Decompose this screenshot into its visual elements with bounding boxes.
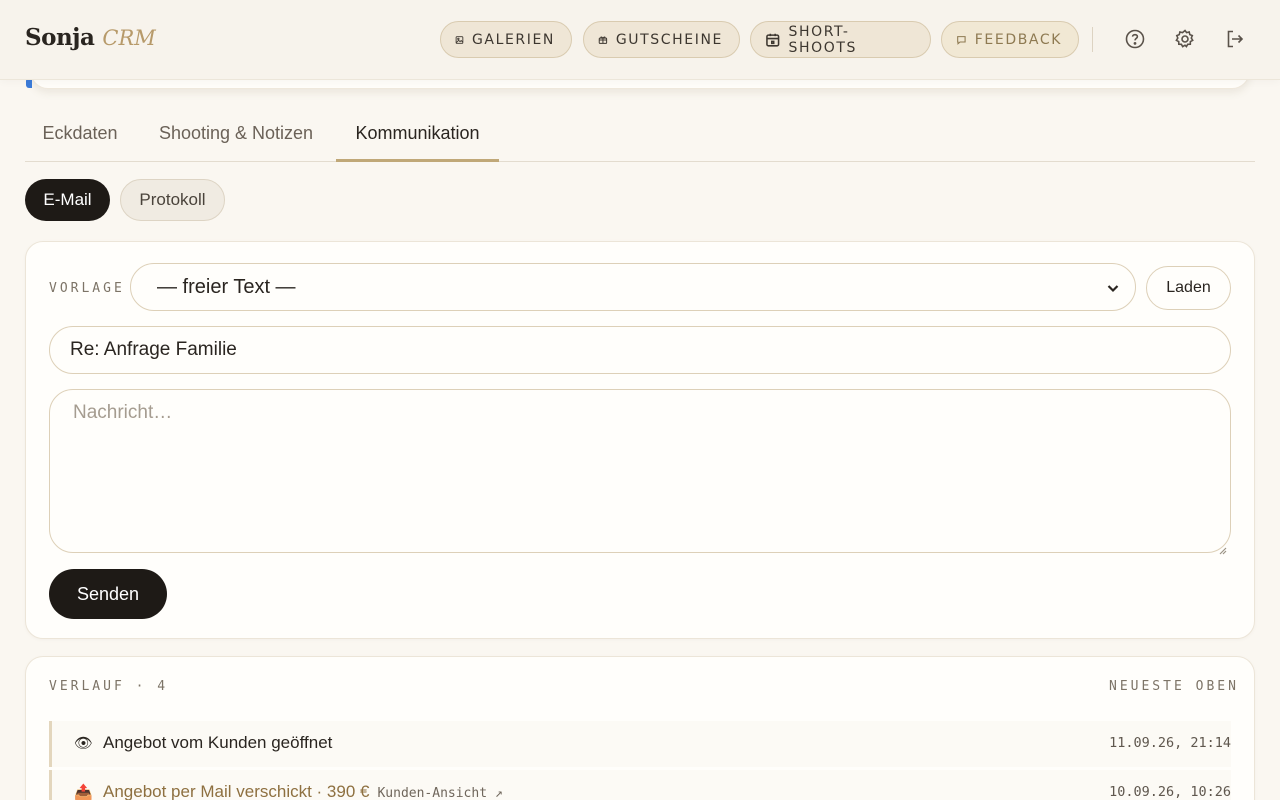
history-item-text-wrap: Angebot per Mail verschickt · 390 € Kunde…	[103, 782, 503, 800]
brand-suffix: CRM	[102, 26, 156, 50]
message-placeholder: Nachricht…	[73, 402, 173, 423]
message-textarea[interactable]: Nachricht…	[49, 389, 1231, 555]
gear-icon[interactable]	[1174, 28, 1198, 52]
subject-input-value: Re: Anfrage Familie	[70, 339, 237, 360]
tab-kommunikation[interactable]: Kommunikation	[336, 111, 499, 162]
nav-short-shoots-button[interactable]: SHORT-SHOOTS	[750, 21, 931, 58]
nav-gutscheine-label: GUTSCHEINE	[615, 31, 723, 48]
resize-handle-icon[interactable]	[1217, 539, 1227, 555]
nav-feedback-label: FEEDBACK	[974, 31, 1062, 48]
nav-gutscheine-button[interactable]: GUTSCHEINE	[583, 21, 740, 58]
vorlage-label: VORLAGE	[49, 281, 125, 296]
history-title: VERLAUF · 4	[49, 679, 169, 694]
load-template-button[interactable]: Laden	[1146, 266, 1231, 310]
top-bar: Sonja CRM GALERIEN GUTSCHEINE SHORT-SHOO…	[0, 0, 1280, 80]
outbox-icon: 📤	[74, 784, 93, 800]
history-item: 📤 Angebot per Mail verschickt · 390 € Kun…	[49, 770, 1231, 800]
message-square-icon	[957, 35, 966, 45]
brand-logo[interactable]: Sonja CRM	[25, 24, 156, 51]
image-icon	[455, 35, 464, 44]
history-item-time: 10.09.26, 10:26	[1109, 784, 1231, 800]
logout-icon[interactable]	[1224, 28, 1248, 52]
history-item-time: 11.09.26, 21:14	[1109, 735, 1231, 751]
help-icon[interactable]	[1124, 28, 1148, 52]
chevron-down-icon	[1105, 279, 1121, 295]
customer-view-link[interactable]: Kunden-Ansicht ↗	[377, 786, 502, 800]
tab-shooting-notizen[interactable]: Shooting & Notizen	[153, 111, 319, 162]
send-button[interactable]: Senden	[49, 569, 167, 619]
history-item: 👁 Angebot vom Kunden geöffnet 11.09.26, …	[49, 721, 1231, 767]
brand-name: Sonja	[25, 24, 95, 51]
nav-divider	[1092, 27, 1093, 52]
history-sort-label: NEUESTE OBEN	[1109, 679, 1239, 694]
subtab-protokoll[interactable]: Protokoll	[120, 179, 225, 221]
template-select-value: — freier Text —	[157, 275, 296, 298]
calendar-icon	[766, 33, 780, 47]
nav-feedback-button[interactable]: FEEDBACK	[941, 21, 1079, 58]
history-item-text: Angebot per Mail verschickt · 390 €	[103, 782, 370, 800]
nav-galerien-label: GALERIEN	[471, 31, 555, 48]
eye-icon: 👁	[74, 735, 94, 752]
subtab-email[interactable]: E-Mail	[25, 179, 110, 221]
template-select[interactable]: — freier Text —	[130, 263, 1136, 311]
subject-input[interactable]: Re: Anfrage Familie	[49, 326, 1231, 374]
history-item-text: Angebot vom Kunden geöffnet	[103, 733, 333, 752]
nav-short-shoots-label: SHORT-SHOOTS	[788, 23, 857, 56]
main-tabs: Eckdaten Shooting & Notizen Kommunikatio…	[25, 111, 1255, 162]
gift-icon	[598, 36, 608, 44]
tab-eckdaten[interactable]: Eckdaten	[25, 111, 135, 162]
nav-galerien-button[interactable]: GALERIEN	[440, 21, 572, 58]
